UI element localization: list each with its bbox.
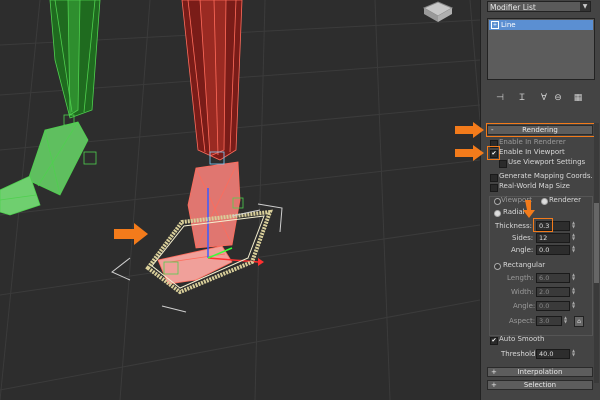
sides-label: Sides:	[512, 234, 534, 242]
rectangular-label: Rectangular	[503, 261, 546, 269]
angle-input[interactable]: 0.0	[536, 245, 570, 255]
renderer-radio[interactable]	[541, 198, 548, 205]
width-label: Width:	[511, 288, 534, 296]
enable-in-renderer-label: Enable In Renderer	[499, 138, 566, 146]
modifier-list-label: Modifier List	[490, 3, 536, 12]
rect-angle-spinner[interactable]: ▲ ▼	[571, 301, 576, 310]
length-label: Length:	[507, 274, 534, 282]
viewcube	[422, 1, 454, 22]
rect-angle-input[interactable]: 0.0	[536, 301, 570, 311]
configure-sets-icon[interactable]: ▦	[573, 93, 583, 103]
viewport-scene	[0, 0, 480, 400]
panel-scrollbar[interactable]	[594, 123, 599, 383]
rollout-interpolation-title: Interpolation	[517, 368, 563, 376]
sides-spinner[interactable]: ▲ ▼	[571, 233, 576, 242]
aspect-input[interactable]: 3.0	[536, 316, 562, 326]
remove-modifier-icon[interactable]: ⊖	[553, 93, 563, 103]
viewport-3d[interactable]	[0, 0, 480, 400]
panel-scrollbar-thumb[interactable]	[594, 203, 599, 283]
show-end-result-icon[interactable]: Ɪ	[517, 93, 527, 103]
real-world-map-label: Real-World Map Size	[499, 182, 570, 190]
rect-angle-label: Angle:	[513, 302, 536, 310]
use-viewport-settings-label: Use Viewport Settings	[508, 158, 586, 166]
renderer-radio-label: Renderer	[549, 196, 581, 204]
expand-icon[interactable]: +	[491, 21, 499, 29]
sides-input[interactable]: 12	[536, 233, 570, 243]
width-input[interactable]: 2.0	[536, 287, 570, 297]
rectangular-radio[interactable]	[494, 263, 501, 270]
threshold-spinner[interactable]: ▲ ▼	[571, 349, 576, 358]
red-leg	[157, 0, 244, 285]
generate-mapping-label: Generate Mapping Coords.	[499, 172, 593, 180]
length-spinner[interactable]: ▲ ▼	[571, 273, 576, 282]
stack-item-label: Line	[501, 21, 516, 29]
use-viewport-settings-checkbox[interactable]	[499, 160, 507, 168]
stack-item-line[interactable]: + Line	[489, 20, 593, 30]
chevron-down-icon: ▼	[580, 2, 590, 11]
real-world-map-checkbox[interactable]	[490, 184, 498, 192]
auto-smooth-label: Auto Smooth	[499, 335, 545, 343]
radial-label: Radial	[503, 208, 525, 216]
enable-viewport-orange-arrow	[455, 145, 484, 161]
make-unique-icon[interactable]: ∀	[539, 93, 549, 103]
thickness-spinner[interactable]: ▲ ▼	[571, 221, 576, 230]
radial-radio[interactable]	[494, 210, 501, 217]
auto-smooth-checkbox[interactable]: ✔	[490, 337, 498, 345]
rollout-interpolation[interactable]: + Interpolation	[487, 367, 593, 377]
length-input[interactable]: 6.0	[536, 273, 570, 283]
threshold-input[interactable]: 40.0	[536, 349, 570, 359]
aspect-label: Aspect:	[509, 317, 536, 325]
modifier-stack[interactable]: + Line	[487, 18, 595, 80]
angle-label: Angle:	[511, 246, 534, 254]
thickness-orange-arrow	[523, 200, 535, 218]
highlight-rendering	[486, 123, 595, 137]
aspect-spinner[interactable]: ▲ ▼	[563, 316, 568, 325]
modifier-list-dropdown[interactable]: Modifier List ▼	[487, 1, 591, 12]
generate-mapping-checkbox[interactable]	[490, 174, 498, 182]
green-leg	[0, 0, 101, 216]
rendering-orange-arrow	[455, 122, 484, 138]
command-panel: Modifier List ▼ + Line ⊣ Ɪ ∀ ⊖ ▦ - Render…	[480, 0, 600, 400]
rollout-selection[interactable]: + Selection	[487, 380, 593, 390]
thickness-label: Thickness:	[495, 222, 532, 230]
width-spinner[interactable]: ▲ ▼	[571, 287, 576, 296]
angle-spinner[interactable]: ▲ ▼	[571, 245, 576, 254]
pin-stack-icon[interactable]: ⊣	[495, 93, 505, 103]
highlight-thickness	[533, 218, 553, 232]
viewport-radio[interactable]	[494, 198, 501, 205]
rollout-selection-title: Selection	[523, 381, 557, 389]
viewport-orange-arrow	[114, 223, 148, 245]
threshold-label: Threshold:	[501, 350, 538, 358]
enable-in-viewport-label: Enable In Viewport	[499, 148, 565, 156]
lock-aspect-icon[interactable]: ⌂	[574, 316, 584, 327]
